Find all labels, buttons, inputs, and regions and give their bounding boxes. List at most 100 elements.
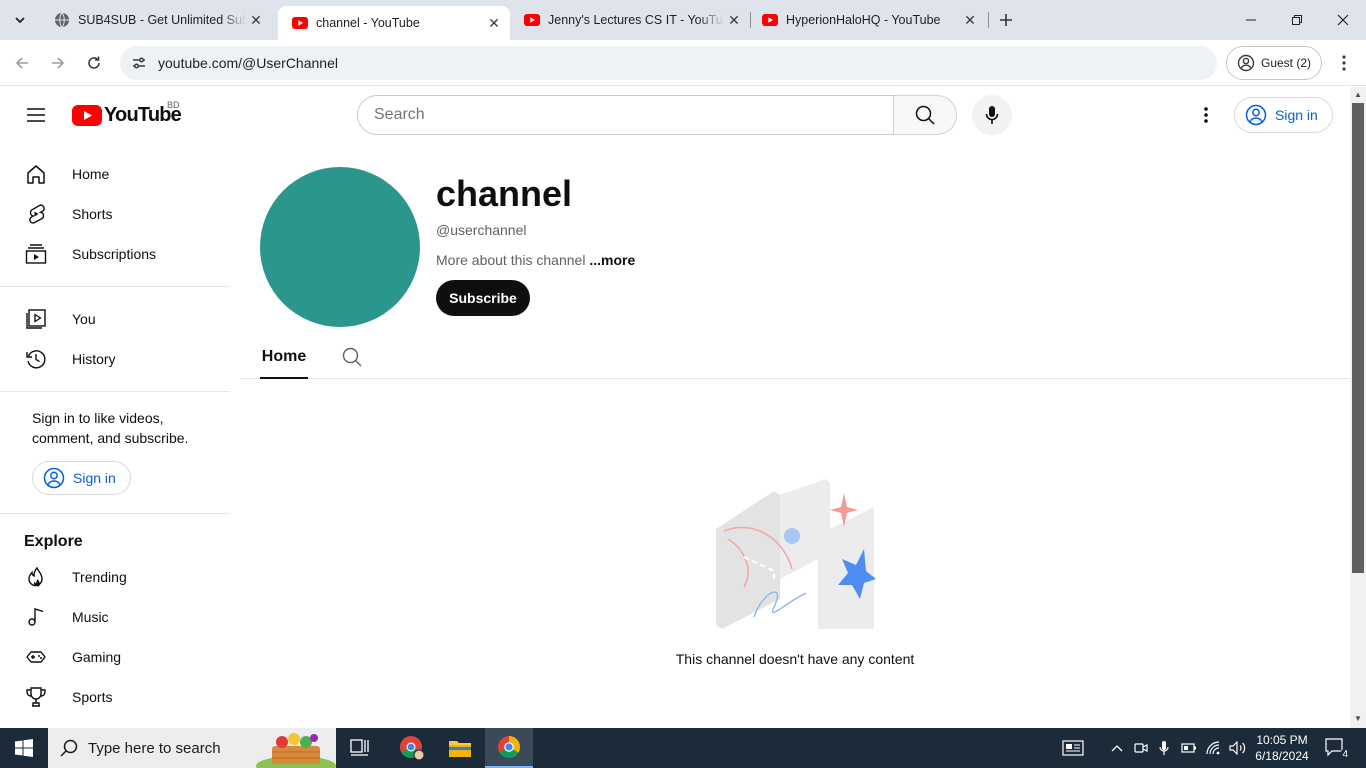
sidebar-item-subscriptions[interactable]: Subscriptions: [12, 234, 216, 274]
wifi-icon: [1206, 741, 1220, 755]
home-icon: [24, 162, 48, 186]
voice-search-button[interactable]: [972, 95, 1012, 135]
sidebar-divider: [0, 286, 229, 287]
channel-tabs: Home: [240, 337, 1350, 379]
back-button[interactable]: [8, 49, 36, 77]
volume-button[interactable]: [1228, 728, 1248, 768]
sidebar-item-label: Subscriptions: [72, 246, 157, 262]
address-bar[interactable]: youtube.com/@UserChannel: [120, 46, 1217, 80]
sidebar-item-home[interactable]: Home: [12, 154, 216, 194]
browser-tab[interactable]: HyperionHaloHQ - YouTube ✕: [748, 0, 986, 40]
more-vert-icon: [1204, 107, 1208, 123]
close-icon[interactable]: ✕: [724, 10, 744, 30]
search-button[interactable]: [893, 95, 957, 135]
scroll-down-icon[interactable]: ▼: [1354, 715, 1362, 723]
taskbar-clock[interactable]: 10:05 PM 6/18/2024: [1252, 732, 1312, 764]
taskbar-chrome-profile[interactable]: [388, 728, 436, 768]
tab-separator: [988, 12, 989, 28]
sidebar-item-shorts[interactable]: Shorts: [12, 194, 216, 234]
empty-channel-illustration: [716, 479, 876, 629]
shorts-icon: [24, 202, 48, 226]
notification-center-button[interactable]: 4: [1322, 734, 1350, 762]
sign-in-label: Sign in: [1275, 107, 1318, 123]
page-scrollbar[interactable]: ▲ ▼: [1350, 87, 1366, 728]
sidebar-item-sports[interactable]: Sports: [12, 677, 216, 717]
guide-menu-button[interactable]: [16, 95, 56, 135]
clock-date: 6/18/2024: [1255, 749, 1309, 763]
taskbar-search-box[interactable]: Type here to search: [48, 728, 336, 768]
sidebar-sign-in-button[interactable]: Sign in: [32, 461, 131, 495]
youtube-play-icon: [72, 104, 102, 126]
folder-icon: [449, 741, 471, 757]
sidebar-item-label: Trending: [72, 569, 127, 585]
tab-title: Jenny's Lectures CS IT - YouTub: [548, 13, 724, 27]
subscribe-button[interactable]: Subscribe: [436, 280, 530, 316]
sidebar-item-gaming[interactable]: Gaming: [12, 637, 216, 677]
empty-state-message: This channel doesn't have any content: [675, 651, 915, 667]
browser-tab[interactable]: SUB4SUB - Get Unlimited Subsc ✕: [40, 0, 272, 40]
sidebar-item-music[interactable]: Music: [12, 597, 216, 637]
browser-tab-active[interactable]: channel - YouTube ✕: [278, 6, 510, 40]
restore-button[interactable]: [1274, 0, 1320, 40]
chevron-up-icon: [1111, 745, 1123, 752]
sidebar-item-trending[interactable]: Trending: [12, 557, 216, 597]
account-circle-icon: [1237, 54, 1255, 72]
speaker-icon: [1229, 741, 1246, 755]
meet-now-button[interactable]: [1132, 728, 1150, 768]
network-button[interactable]: [1204, 728, 1224, 768]
arrow-left-icon: [15, 57, 28, 69]
tab-title: SUB4SUB - Get Unlimited Subsc: [78, 13, 246, 27]
settings-button[interactable]: [1186, 95, 1226, 135]
masthead: YouTube BD Sign in: [0, 87, 1350, 143]
minimize-button[interactable]: [1228, 0, 1274, 40]
youtube-logo[interactable]: YouTube BD: [72, 100, 182, 126]
scrollbar-thumb[interactable]: [1352, 103, 1364, 573]
microphone-tray-button[interactable]: [1156, 728, 1172, 768]
sidebar-item-history[interactable]: History: [12, 339, 216, 379]
sign-in-label: Sign in: [73, 470, 116, 486]
site-info-icon[interactable]: [124, 48, 154, 78]
channel-search-button[interactable]: [340, 345, 364, 369]
tab-title: HyperionHaloHQ - YouTube: [786, 13, 941, 27]
youtube-icon: [762, 12, 778, 28]
more-vert-icon: [1342, 55, 1346, 71]
file-explorer-button[interactable]: [436, 728, 484, 768]
tab-search-button[interactable]: [6, 8, 34, 32]
search-icon: [342, 347, 362, 367]
sign-in-button[interactable]: Sign in: [1234, 97, 1333, 133]
sidebar-item-you[interactable]: You: [12, 299, 216, 339]
browser-tab[interactable]: Jenny's Lectures CS IT - YouTub ✕: [510, 0, 750, 40]
task-view-button[interactable]: [336, 728, 384, 768]
show-hidden-icons-button[interactable]: [1108, 728, 1126, 768]
close-icon[interactable]: ✕: [960, 10, 980, 30]
restore-icon: [1292, 15, 1302, 25]
camera-icon: [1134, 743, 1148, 753]
tab-title: channel - YouTube: [316, 16, 420, 30]
new-tab-button[interactable]: [994, 8, 1018, 32]
sidebar-item-label: Music: [72, 609, 109, 625]
more-link[interactable]: ...more: [589, 252, 635, 268]
channel-handle: @userchannel: [436, 222, 527, 238]
reload-button[interactable]: [80, 49, 108, 77]
sidebar-divider: [0, 391, 229, 392]
profile-button[interactable]: Guest (2): [1226, 46, 1322, 80]
gaming-icon: [24, 645, 48, 669]
close-window-button[interactable]: [1320, 0, 1366, 40]
close-icon[interactable]: ✕: [246, 10, 266, 30]
search-input[interactable]: [374, 106, 874, 124]
start-button[interactable]: [0, 728, 48, 768]
sidebar-item-label: Shorts: [72, 206, 113, 222]
battery-button[interactable]: [1180, 728, 1198, 768]
tab-home[interactable]: Home: [260, 337, 308, 379]
guide-sidebar: Home Shorts Subscriptions You History Si…: [0, 143, 240, 728]
explore-heading: Explore: [24, 533, 83, 550]
close-icon[interactable]: ✕: [484, 13, 504, 33]
arrow-right-icon: [52, 57, 65, 69]
browser-menu-button[interactable]: [1330, 49, 1358, 77]
scroll-up-icon[interactable]: ▲: [1354, 91, 1362, 99]
taskbar-chrome-active[interactable]: [485, 728, 533, 768]
channel-about[interactable]: More about this channel ...more: [436, 252, 635, 268]
forward-button[interactable]: [44, 49, 72, 77]
news-widget-button[interactable]: [1060, 728, 1086, 768]
profile-label: Guest (2): [1261, 56, 1312, 70]
